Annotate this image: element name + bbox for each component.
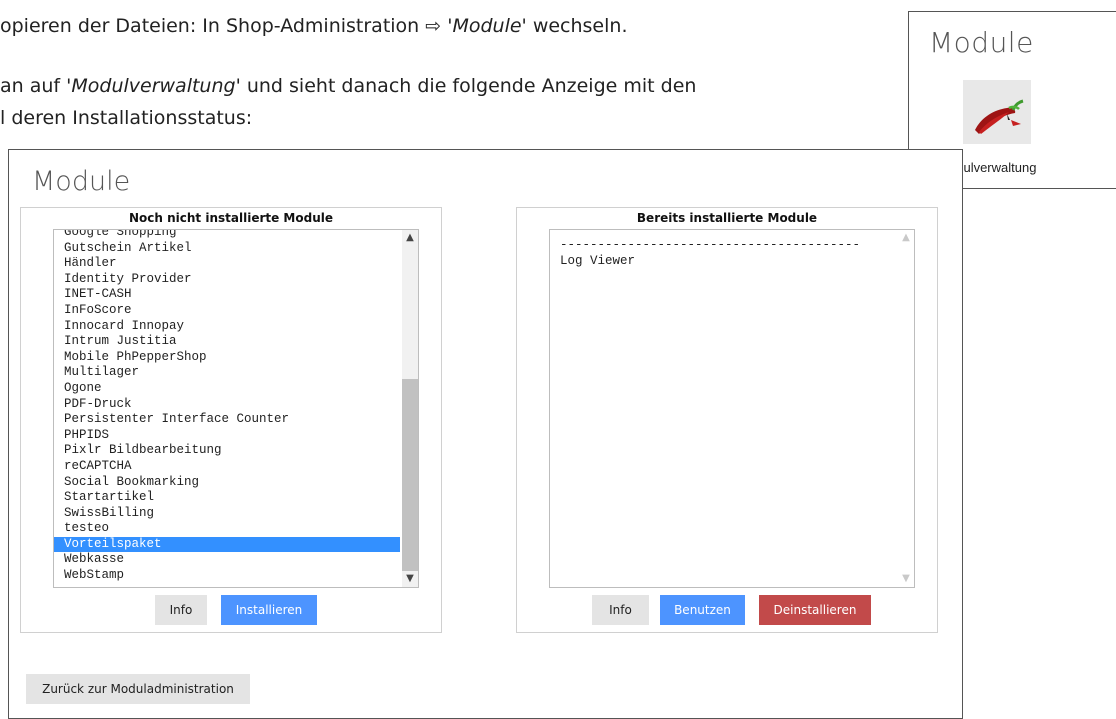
doc-line-3: l deren Installationsstatus: bbox=[0, 107, 252, 129]
info-button[interactable]: Info bbox=[155, 595, 207, 625]
chili-pepper-icon[interactable] bbox=[963, 80, 1031, 144]
install-button[interactable]: Installieren bbox=[221, 595, 317, 625]
list-item[interactable]: Persistenter Interface Counter bbox=[54, 412, 400, 428]
list-item[interactable]: Ogone bbox=[54, 381, 400, 397]
scroll-thumb[interactable] bbox=[402, 379, 418, 571]
list-item[interactable]: SwissBilling bbox=[54, 506, 400, 522]
not-installed-section: Noch nicht installierte Module Google Sh… bbox=[20, 207, 442, 633]
list-item[interactable]: Log Viewer bbox=[550, 254, 896, 270]
list-item[interactable]: Innocard Innopay bbox=[54, 319, 400, 335]
installed-heading: Bereits installierte Module bbox=[636, 211, 818, 225]
installed-section: Bereits installierte Module ------------… bbox=[516, 207, 938, 633]
doc-line-2-text: an auf ' bbox=[0, 75, 72, 97]
not-installed-scrollbar[interactable]: ▲ ▼ bbox=[402, 230, 418, 587]
list-item[interactable]: Social Bookmarking bbox=[54, 475, 400, 491]
scroll-up-arrow-icon[interactable]: ▲ bbox=[898, 230, 914, 246]
list-item[interactable]: PDF-Druck bbox=[54, 397, 400, 413]
list-item[interactable]: Mobile PhPepperShop bbox=[54, 350, 400, 366]
not-installed-heading: Noch nicht installierte Module bbox=[129, 211, 333, 225]
doc-line-1-suffix: wechseln. bbox=[526, 15, 628, 37]
list-item[interactable]: PHPIDS bbox=[54, 428, 400, 444]
doc-line-2-italic: Modulverwaltung' bbox=[71, 75, 241, 97]
installed-scrollbar[interactable]: ▲ ▼ bbox=[898, 230, 914, 587]
list-item[interactable]: Gutschein Artikel bbox=[54, 241, 400, 257]
scroll-up-arrow-icon[interactable]: ▲ bbox=[402, 230, 418, 246]
list-item[interactable]: WebStamp bbox=[54, 568, 400, 584]
uninstall-button[interactable]: Deinstallieren bbox=[759, 595, 871, 625]
list-item[interactable]: Intrum Justitia bbox=[54, 334, 400, 350]
doc-line-2-suffix: und sieht danach die folgende Anzeige mi… bbox=[240, 75, 697, 97]
list-item[interactable]: Startartikel bbox=[54, 490, 400, 506]
list-item[interactable]: Vorteilspaket bbox=[54, 536, 400, 553]
doc-line-2: an auf 'Modulverwaltung' und sieht danac… bbox=[0, 75, 696, 97]
list-item[interactable]: Pixlr Bildbearbeitung bbox=[54, 443, 400, 459]
list-item[interactable]: Webkasse bbox=[54, 552, 400, 568]
list-item[interactable]: InFoScore bbox=[54, 303, 400, 319]
list-item[interactable]: Händler bbox=[54, 256, 400, 272]
back-to-module-admin-button[interactable]: Zurück zur Moduladministration bbox=[26, 674, 250, 704]
chili-pepper-svg bbox=[975, 99, 1024, 134]
doc-line-3-text: l deren Installationsstatus: bbox=[0, 107, 253, 129]
doc-line-1: opieren der Dateien: In Shop-Administrat… bbox=[0, 15, 628, 37]
scroll-down-arrow-icon[interactable]: ▼ bbox=[898, 571, 914, 587]
doc-line-1-italic: 'Module' bbox=[447, 15, 527, 37]
tile-title: Module bbox=[929, 26, 1034, 59]
installed-listbox[interactable]: ----------------------------------------… bbox=[549, 229, 915, 588]
doc-line-1-text: opieren der Dateien: In Shop-Administrat… bbox=[0, 15, 448, 37]
not-installed-items: Google Shopping Gutschein Artikel Händler I… bbox=[54, 230, 400, 584]
installed-items: ----------------------------------------… bbox=[550, 238, 896, 269]
info-button[interactable]: Info bbox=[592, 595, 649, 625]
list-item[interactable]: Identity Provider bbox=[54, 272, 400, 288]
list-item[interactable]: INET-CASH bbox=[54, 287, 400, 303]
panel-title: Module bbox=[32, 166, 131, 197]
list-item[interactable]: ---------------------------------------- bbox=[550, 238, 896, 254]
list-item[interactable]: testeo bbox=[54, 521, 400, 537]
list-item[interactable]: Google Shopping bbox=[54, 230, 400, 241]
scroll-down-arrow-icon[interactable]: ▼ bbox=[402, 571, 418, 587]
list-item[interactable]: Multilager bbox=[54, 365, 400, 381]
module-panel: Module Noch nicht installierte Module Go… bbox=[8, 149, 963, 719]
list-item[interactable]: reCAPTCHA bbox=[54, 459, 400, 475]
not-installed-listbox[interactable]: Google Shopping Gutschein Artikel Händler I… bbox=[53, 229, 419, 588]
use-button[interactable]: Benutzen bbox=[660, 595, 745, 625]
